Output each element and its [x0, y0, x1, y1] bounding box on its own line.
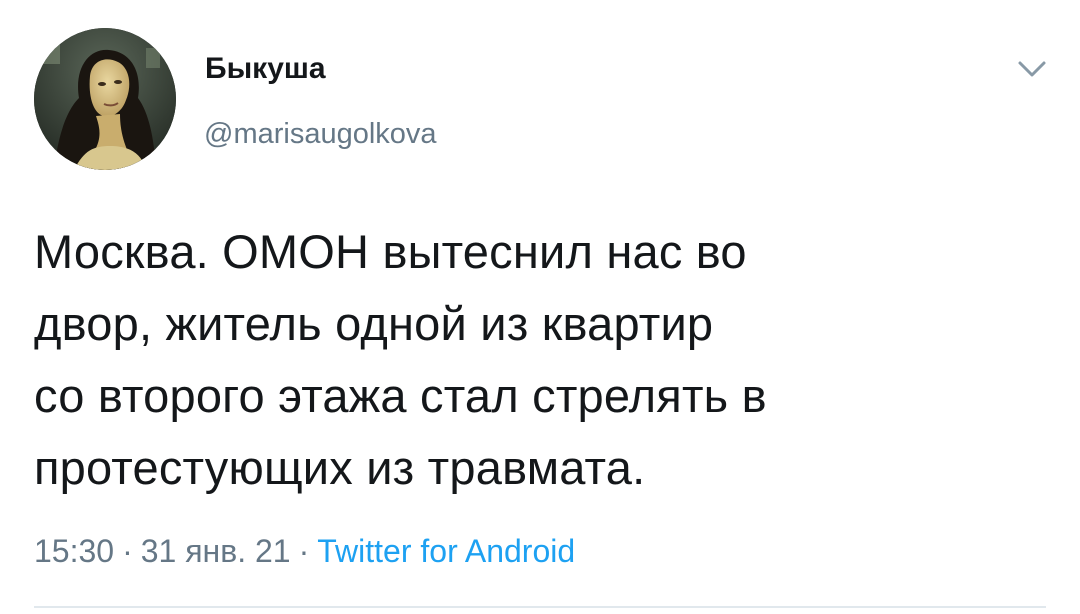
- tweet-text-line: Москва. ОМОН вытеснил нас во: [34, 225, 747, 278]
- separator: ·: [298, 533, 310, 569]
- separator: ·: [122, 533, 133, 569]
- tweet-text-line: со второго этажа стал стрелять в: [34, 369, 767, 422]
- tweet-text: Москва. ОМОН вытеснил нас во двор, жител…: [34, 216, 1044, 504]
- tweet-text-line: двор, житель одной из квартир: [34, 297, 714, 350]
- tweet-text-line: протестующих из травмата.: [34, 441, 646, 494]
- avatar-photo: [34, 28, 176, 170]
- user-handle[interactable]: @marisaugolkova: [204, 117, 437, 151]
- chevron-down-icon[interactable]: [1012, 56, 1052, 82]
- divider: [34, 606, 1046, 608]
- tweet-source-link[interactable]: Twitter for Android: [317, 533, 575, 569]
- display-name[interactable]: Быкуша: [205, 51, 326, 87]
- tweet-card: Быкуша @marisaugolkova Москва. ОМОН выте…: [0, 0, 1080, 614]
- avatar[interactable]: [34, 28, 176, 170]
- tweet-time[interactable]: 15:30: [34, 533, 114, 569]
- tweet-metadata: 15:30 · 31 янв. 21 · Twitter for Android: [34, 531, 575, 571]
- tweet-date[interactable]: 31 янв. 21: [141, 533, 291, 569]
